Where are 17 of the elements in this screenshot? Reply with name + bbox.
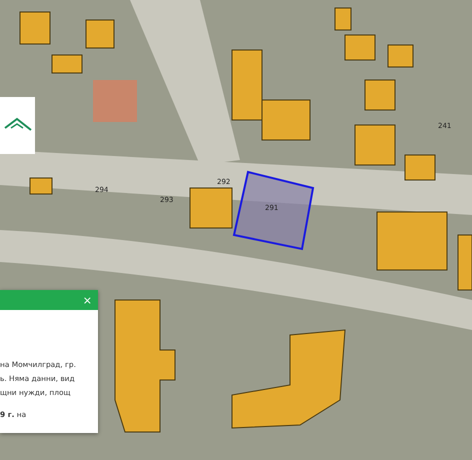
building-footprint [388,44,414,68]
parcel-outline[interactable] [232,170,314,250]
building-footprint [376,212,448,270]
building-footprint [354,124,396,166]
close-button[interactable]: × [80,294,94,306]
building-footprint [20,12,50,44]
roof-drawing [93,80,137,122]
building-footprint [364,80,396,110]
building-footprint [52,54,82,74]
building-footprint [458,234,472,290]
building-footprint [30,178,52,194]
building-footprint [334,8,352,30]
logo-icon [0,97,35,154]
building-footprint [404,154,436,180]
building-footprint [190,188,232,228]
building-footprint [86,20,114,48]
building-footprint [344,34,376,60]
